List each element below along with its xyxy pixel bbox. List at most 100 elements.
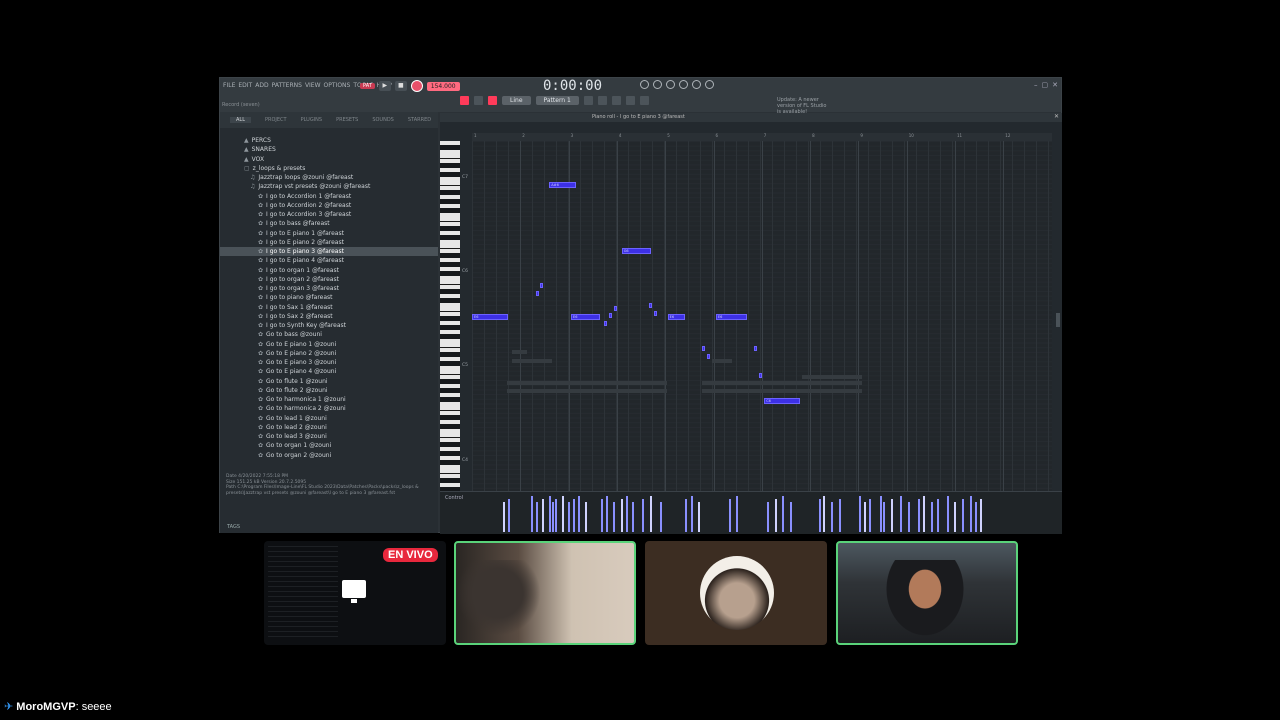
black-key[interactable] bbox=[440, 325, 460, 330]
browser-item[interactable]: ✿ I go to bass @fareast bbox=[220, 219, 438, 228]
control-label[interactable]: Control bbox=[445, 495, 463, 501]
browser-tab-plugins[interactable]: PLUGINS bbox=[301, 117, 322, 123]
velocity-bar[interactable] bbox=[548, 496, 551, 532]
browser-item[interactable]: ✿ Go to lead 2 @zouni bbox=[220, 423, 438, 432]
velocity-bar[interactable] bbox=[907, 502, 910, 532]
note-grace[interactable] bbox=[654, 311, 657, 316]
note[interactable]: G6 bbox=[621, 248, 651, 254]
velocity-bar[interactable] bbox=[620, 499, 623, 532]
pattern-song-toggle[interactable]: PAT bbox=[360, 83, 375, 89]
black-key[interactable] bbox=[440, 397, 460, 402]
browser-item[interactable]: ✿ Go to E piano 3 @zouni bbox=[220, 358, 438, 367]
black-key[interactable] bbox=[440, 352, 460, 357]
velocity-bar[interactable] bbox=[642, 499, 645, 532]
velocity-bar[interactable] bbox=[775, 499, 778, 532]
channel-rack-icon[interactable] bbox=[611, 96, 621, 105]
snap-select[interactable]: Line bbox=[502, 96, 531, 105]
browser-item[interactable]: ▲ SNARES bbox=[220, 145, 438, 154]
black-key[interactable] bbox=[440, 379, 460, 384]
browser-item[interactable]: ✿ I go to E piano 3 @fareast bbox=[220, 247, 438, 257]
velocity-bar[interactable] bbox=[502, 502, 505, 532]
note-grace[interactable] bbox=[536, 291, 539, 296]
velocity-bar[interactable] bbox=[729, 499, 732, 532]
browser-item[interactable]: ♫ Jazztrap vst presets @zouni @fareast bbox=[220, 182, 438, 191]
black-key[interactable] bbox=[440, 226, 460, 231]
velocity-bar[interactable] bbox=[612, 502, 615, 532]
velocity-bar[interactable] bbox=[578, 496, 581, 532]
note[interactable]: E6 bbox=[667, 313, 685, 320]
note[interactable]: E6 bbox=[472, 313, 509, 320]
browser-item[interactable]: ✿ I go to Synth Key @fareast bbox=[220, 321, 438, 330]
black-key[interactable] bbox=[440, 190, 460, 195]
velocity-bar[interactable] bbox=[568, 502, 571, 532]
black-key[interactable] bbox=[440, 424, 460, 429]
browser-item[interactable]: ✿ I go to organ 2 @fareast bbox=[220, 275, 438, 284]
note-grace[interactable] bbox=[604, 321, 607, 326]
browser-tab-sounds[interactable]: SOUNDS bbox=[372, 117, 394, 123]
note-grace[interactable] bbox=[707, 354, 710, 359]
menu-item-options[interactable]: OPTIONS bbox=[324, 82, 351, 89]
velocity-bar[interactable] bbox=[552, 502, 554, 532]
velocity-bar[interactable] bbox=[970, 496, 973, 532]
browser-item[interactable]: ✿ Go to organ 2 @zouni bbox=[220, 451, 438, 460]
black-key[interactable] bbox=[440, 271, 460, 276]
velocity-bar[interactable] bbox=[922, 496, 925, 532]
velocity-bar[interactable] bbox=[561, 496, 564, 532]
velocity-bar[interactable] bbox=[947, 496, 950, 532]
velocity-bar[interactable] bbox=[735, 496, 738, 532]
timeline[interactable]: 1 2 3 4 5 6 7 8 9 10 11 12 bbox=[472, 133, 1052, 141]
velocity-bar[interactable] bbox=[766, 502, 769, 532]
mic-icon[interactable] bbox=[666, 80, 675, 89]
black-key[interactable] bbox=[440, 361, 460, 366]
browser-tab-presets[interactable]: PRESETS bbox=[336, 117, 358, 123]
browser-item[interactable]: ✿ Go to harmonica 1 @zouni bbox=[220, 395, 438, 404]
velocity-bar[interactable] bbox=[822, 496, 825, 532]
note-grace[interactable] bbox=[702, 346, 705, 351]
black-key[interactable] bbox=[440, 199, 460, 204]
velocity-bar[interactable] bbox=[650, 496, 653, 532]
vertical-scrollbar[interactable] bbox=[1056, 313, 1060, 327]
stop-button[interactable]: ■ bbox=[394, 81, 407, 91]
black-key[interactable] bbox=[440, 451, 460, 456]
black-key[interactable] bbox=[440, 172, 460, 177]
velocity-bar[interactable] bbox=[863, 502, 866, 532]
browser-item[interactable]: ✿ Go to harmonica 2 @zouni bbox=[220, 404, 438, 413]
piano-keyboard[interactable] bbox=[440, 141, 460, 493]
browser-item[interactable]: ✿ I go to Sax 1 @fareast bbox=[220, 303, 438, 312]
browser-item[interactable]: ✿ I go to Accordion 2 @fareast bbox=[220, 201, 438, 210]
typing-keyboard-icon[interactable] bbox=[488, 96, 497, 105]
menu-item-file[interactable]: FILE bbox=[223, 82, 235, 89]
note[interactable]: E6 bbox=[715, 313, 748, 320]
black-key[interactable] bbox=[440, 208, 460, 213]
note-grace[interactable] bbox=[540, 283, 543, 288]
pattern-select[interactable]: Pattern 1 bbox=[535, 96, 579, 105]
velocity-bar[interactable] bbox=[507, 499, 510, 532]
menu-item-add[interactable]: ADD bbox=[255, 82, 268, 89]
playlist-icon[interactable] bbox=[583, 96, 593, 105]
note[interactable]: C6 bbox=[764, 398, 801, 405]
browser-item[interactable]: ▲ PERCS bbox=[220, 136, 438, 145]
browser-item[interactable]: ✿ I go to piano @fareast bbox=[220, 293, 438, 302]
velocity-bar[interactable] bbox=[606, 496, 609, 532]
record-button[interactable] bbox=[410, 80, 423, 92]
browser-item[interactable]: ✿ I go to Accordion 3 @fareast bbox=[220, 210, 438, 219]
play-button[interactable]: ▶ bbox=[378, 81, 391, 91]
black-key[interactable] bbox=[440, 415, 460, 420]
black-key[interactable] bbox=[440, 388, 460, 393]
browser-item[interactable]: ✿ I go to Sax 2 @fareast bbox=[220, 312, 438, 321]
download-icon[interactable] bbox=[705, 80, 714, 89]
browser-item[interactable]: ✿ Go to bass @zouni bbox=[220, 330, 438, 339]
velocity-bar[interactable] bbox=[953, 502, 956, 532]
browser-item[interactable]: ✿ Go to organ 1 @zouni bbox=[220, 441, 438, 450]
browser-item[interactable]: ✿ I go to organ 1 @fareast bbox=[220, 266, 438, 275]
menu-item-edit[interactable]: EDIT bbox=[238, 82, 252, 89]
black-key[interactable] bbox=[440, 298, 460, 303]
browser-item[interactable]: ✿ Go to lead 1 @zouni bbox=[220, 414, 438, 423]
velocity-bar[interactable] bbox=[660, 502, 663, 532]
velocity-bar[interactable] bbox=[917, 499, 920, 532]
black-key[interactable] bbox=[440, 289, 460, 294]
velocity-bar[interactable] bbox=[789, 502, 792, 532]
mixer-icon[interactable] bbox=[597, 96, 607, 105]
browser-item[interactable]: ▢ z_loops & presets bbox=[220, 164, 438, 173]
note-grace[interactable] bbox=[649, 303, 652, 308]
